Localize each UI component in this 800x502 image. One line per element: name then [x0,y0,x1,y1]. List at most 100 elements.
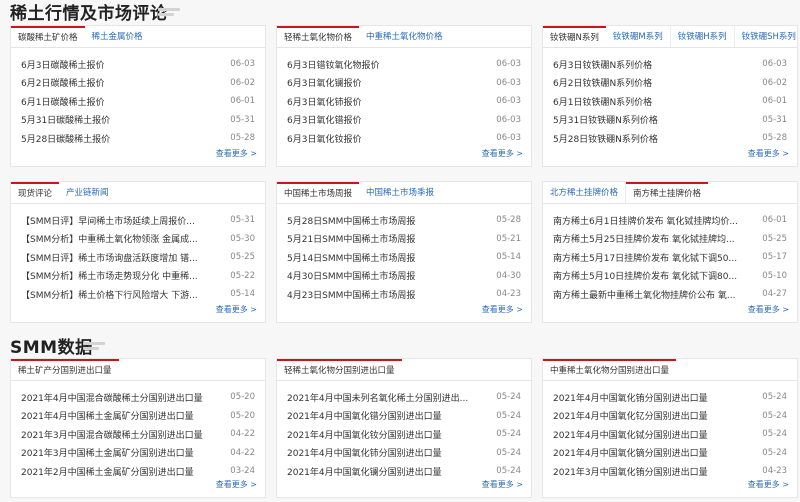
list-item[interactable]: 4月23日SMM中国稀土市场周报 04-23 [287,285,521,304]
view-more-link[interactable]: 查看更多 > [748,148,789,159]
list-item[interactable]: 5月28日碳酸稀土报价 05-28 [21,129,255,148]
list-item-title[interactable]: 4月30日SMM中国稀土市场周报 [287,269,415,282]
tab-heavy-oxide-import-export[interactable]: 中重稀土氧化物分国别进出口量 [543,359,677,380]
list-item[interactable]: 6月3日钕铁硼N系列价格 06-03 [553,55,787,74]
tab-northern-listing-price[interactable]: 北方稀土挂牌价格 [543,182,627,203]
list-item[interactable]: 4月30日SMM中国稀土市场周报 04-30 [287,267,521,286]
list-item[interactable]: 【SMM分析】中重稀土氧化物领涨 金属成... 05-30 [21,230,255,249]
list-item[interactable]: 南方稀土最新中重稀土氧化物挂牌价公布 氧... 04-27 [553,285,787,304]
list-item-title[interactable]: 6月3日氧化镧报价 [287,76,361,89]
list-item[interactable]: 6月1日碳酸稀土报价 06-01 [21,92,255,111]
list-item-title[interactable]: 2021年4月中国氧化钕分国别进出口量 [287,428,442,441]
list-item-title[interactable]: 6月2日钕铁硼N系列价格 [553,76,652,89]
list-item[interactable]: 南方稀土5月25日挂牌价发布 氧化铽挂牌均... 05-25 [553,230,787,249]
list-item[interactable]: 【SMM日评】早间稀土市场延续上周报价... 05-31 [21,211,255,230]
tab-ore-import-export[interactable]: 稀土矿产分国别进出口量 [11,359,119,380]
list-item-title[interactable]: 2021年4月中国氧化镨分国别进出口量 [287,409,442,422]
list-item[interactable]: 5月28日钕铁硼N系列价格 05-28 [553,129,787,148]
list-item[interactable]: 6月3日碳酸稀土报价 06-03 [21,55,255,74]
view-more-link[interactable]: 查看更多 > [216,479,257,490]
list-item[interactable]: 【SMM日评】稀土市场询盘活跃度增加 镨... 05-25 [21,248,255,267]
list-item-title[interactable]: 5月31日碳酸稀土报价 [21,113,110,126]
list-item[interactable]: 2021年4月中国未列名氧化稀土分国别进出... 05-24 [287,388,521,407]
list-item-title[interactable]: 南方稀土5月10日挂牌价发布 氧化铽下调80... [553,269,737,282]
tab-southern-listing-price[interactable]: 南方稀土挂牌价格 [626,182,709,203]
list-item[interactable]: 2021年4月中国氧化铽分国别进出口量 05-24 [553,425,787,444]
tab-rare-earth-carbonate-price[interactable]: 碳酸稀土矿价格 [11,26,85,47]
list-item[interactable]: 2021年4月中国氧化镝分国别进出口量 05-24 [553,444,787,463]
list-item-title[interactable]: 2021年4月中国混合碳酸稀土分国别进出口量 [21,391,203,404]
list-item[interactable]: 6月3日氧化镧报价 06-03 [287,74,521,93]
list-item[interactable]: 南方稀土5月17日挂牌价发布 氧化铽下调50... 05-17 [553,248,787,267]
tab-heavy-oxide-price[interactable]: 中重稀土氧化物价格 [359,26,450,47]
list-item-title[interactable]: 6月3日钕铁硼N系列价格 [553,58,652,71]
list-item[interactable]: 2021年4月中国氧化钇分国别进出口量 05-24 [553,407,787,426]
list-item[interactable]: 2021年2月中国稀土金属矿分国别进出口量 03-24 [21,462,255,481]
view-more-link[interactable]: 查看更多 > [748,304,789,315]
tab-spot-commentary[interactable]: 现货评论 [11,182,60,203]
tab-quarterly-report[interactable]: 中国稀土市场季报 [359,182,441,203]
tab-rare-earth-metal-price[interactable]: 稀土金属价格 [85,26,150,47]
list-item[interactable]: 5月31日碳酸稀土报价 05-31 [21,111,255,130]
list-item[interactable]: 2021年4月中国氧化镧分国别进出口量 05-24 [287,462,521,481]
list-item-title[interactable]: 6月3日镨钕氧化物报价 [287,58,379,71]
list-item-title[interactable]: 南方稀土5月25日挂牌价发布 氧化铽挂牌均... [553,232,735,245]
list-item[interactable]: 6月3日氧化铈报价 06-03 [287,92,521,111]
list-item-title[interactable]: 2021年4月中国氧化镧分国别进出口量 [287,465,442,478]
list-item-title[interactable]: 【SMM分析】稀土价格下行风险增大 下游... [21,288,198,301]
tab-ndfeb-m-series[interactable]: 钕铁硼M系列 [606,26,671,47]
list-item-title[interactable]: 6月3日碳酸稀土报价 [21,58,104,71]
list-item[interactable]: 【SMM分析】稀土价格下行风险增大 下游... 05-14 [21,285,255,304]
tab-light-oxide-price[interactable]: 轻稀土氧化物价格 [277,26,360,47]
list-item[interactable]: 2021年3月中国稀土金属矿分国别进出口量 04-22 [21,444,255,463]
list-item-title[interactable]: 2021年4月中国未列名氧化稀土分国别进出... [287,391,468,404]
list-item-title[interactable]: 2021年4月中国氧化钇分国别进出口量 [553,409,708,422]
tab-weekly-report[interactable]: 中国稀土市场周报 [277,182,360,203]
list-item[interactable]: 6月1日钕铁硼N系列价格 06-01 [553,92,787,111]
list-item[interactable]: 2021年4月中国氧化镨分国别进出口量 05-24 [287,407,521,426]
list-item-title[interactable]: 【SMM分析】稀土市场走势现分化 中重稀... [21,269,198,282]
list-item[interactable]: 2021年3月中国混合碳酸稀土分国别进出口量 04-22 [21,425,255,444]
list-item[interactable]: 【SMM分析】稀土市场走势现分化 中重稀... 05-22 [21,267,255,286]
list-item[interactable]: 2021年4月中国氧化铈分国别进出口量 05-24 [287,444,521,463]
list-item[interactable]: 2021年4月中国氧化钕分国别进出口量 05-24 [287,425,521,444]
list-item[interactable]: 6月2日钕铁硼N系列价格 06-02 [553,74,787,93]
tab-industry-news[interactable]: 产业链新闻 [59,182,116,203]
list-item[interactable]: 南方稀土6月1日挂牌价发布 氧化铽挂牌均价... 06-01 [553,211,787,230]
list-item-title[interactable]: 2021年4月中国氧化镝分国别进出口量 [553,446,708,459]
list-item-title[interactable]: 2021年4月中国氧化铕分国别进出口量 [553,391,708,404]
tab-ndfeb-h-series[interactable]: 钕铁硼H系列 [671,26,735,47]
view-more-link[interactable]: 查看更多 > [482,304,523,315]
list-item-title[interactable]: 5月28日碳酸稀土报价 [21,132,110,145]
list-item[interactable]: 2021年3月中国氧化铕分国别进出口量 04-23 [553,462,787,481]
list-item-title[interactable]: 南方稀土5月17日挂牌价发布 氧化铽下调50... [553,251,737,264]
list-item-title[interactable]: 6月3日氧化铈报价 [287,95,361,108]
list-item-title[interactable]: 南方稀土最新中重稀土氧化物挂牌价公布 氧... [553,288,735,301]
list-item-title[interactable]: 5月21日SMM中国稀土市场周报 [287,232,415,245]
list-item-title[interactable]: 2021年3月中国混合碳酸稀土分国别进出口量 [21,428,203,441]
list-item[interactable]: 6月3日镨钕氧化物报价 06-03 [287,55,521,74]
list-item-title[interactable]: 2021年3月中国稀土金属矿分国别进出口量 [21,446,194,459]
list-item[interactable]: 5月14日SMM中国稀土市场周报 05-14 [287,248,521,267]
list-item-title[interactable]: 2021年4月中国氧化铽分国别进出口量 [553,428,708,441]
view-more-link[interactable]: 查看更多 > [216,148,257,159]
list-item-title[interactable]: 6月1日钕铁硼N系列价格 [553,95,652,108]
tab-light-oxide-import-export[interactable]: 轻稀土氧化物分国别进出口量 [277,359,402,380]
list-item-title[interactable]: 2021年2月中国稀土金属矿分国别进出口量 [21,465,194,478]
view-more-link[interactable]: 查看更多 > [216,304,257,315]
list-item-title[interactable]: 4月23日SMM中国稀土市场周报 [287,288,415,301]
list-item-title[interactable]: 6月3日氧化钕报价 [287,132,361,145]
list-item[interactable]: 6月2日碳酸稀土报价 06-02 [21,74,255,93]
list-item-title[interactable]: 5月28日SMM中国稀土市场周报 [287,214,415,227]
list-item-title[interactable]: 5月31日钕铁硼N系列价格 [553,113,658,126]
list-item-title[interactable]: 【SMM日评】稀土市场询盘活跃度增加 镨... [21,251,198,264]
list-item[interactable]: 5月21日SMM中国稀土市场周报 05-21 [287,230,521,249]
view-more-link[interactable]: 查看更多 > [482,479,523,490]
list-item[interactable]: 6月3日氧化镨报价 06-03 [287,111,521,130]
view-more-link[interactable]: 查看更多 > [482,148,523,159]
tab-ndfeb-sh-series[interactable]: 钕铁硼SH系列 [735,26,797,47]
tab-ndfeb-n-series[interactable]: 钕铁硼N系列 [543,26,606,47]
list-item[interactable]: 2021年4月中国氧化铕分国别进出口量 05-24 [553,388,787,407]
list-item-title[interactable]: 【SMM日评】早间稀土市场延续上周报价... [21,214,195,227]
list-item-title[interactable]: 南方稀土6月1日挂牌价发布 氧化铽挂牌均价... [553,214,738,227]
